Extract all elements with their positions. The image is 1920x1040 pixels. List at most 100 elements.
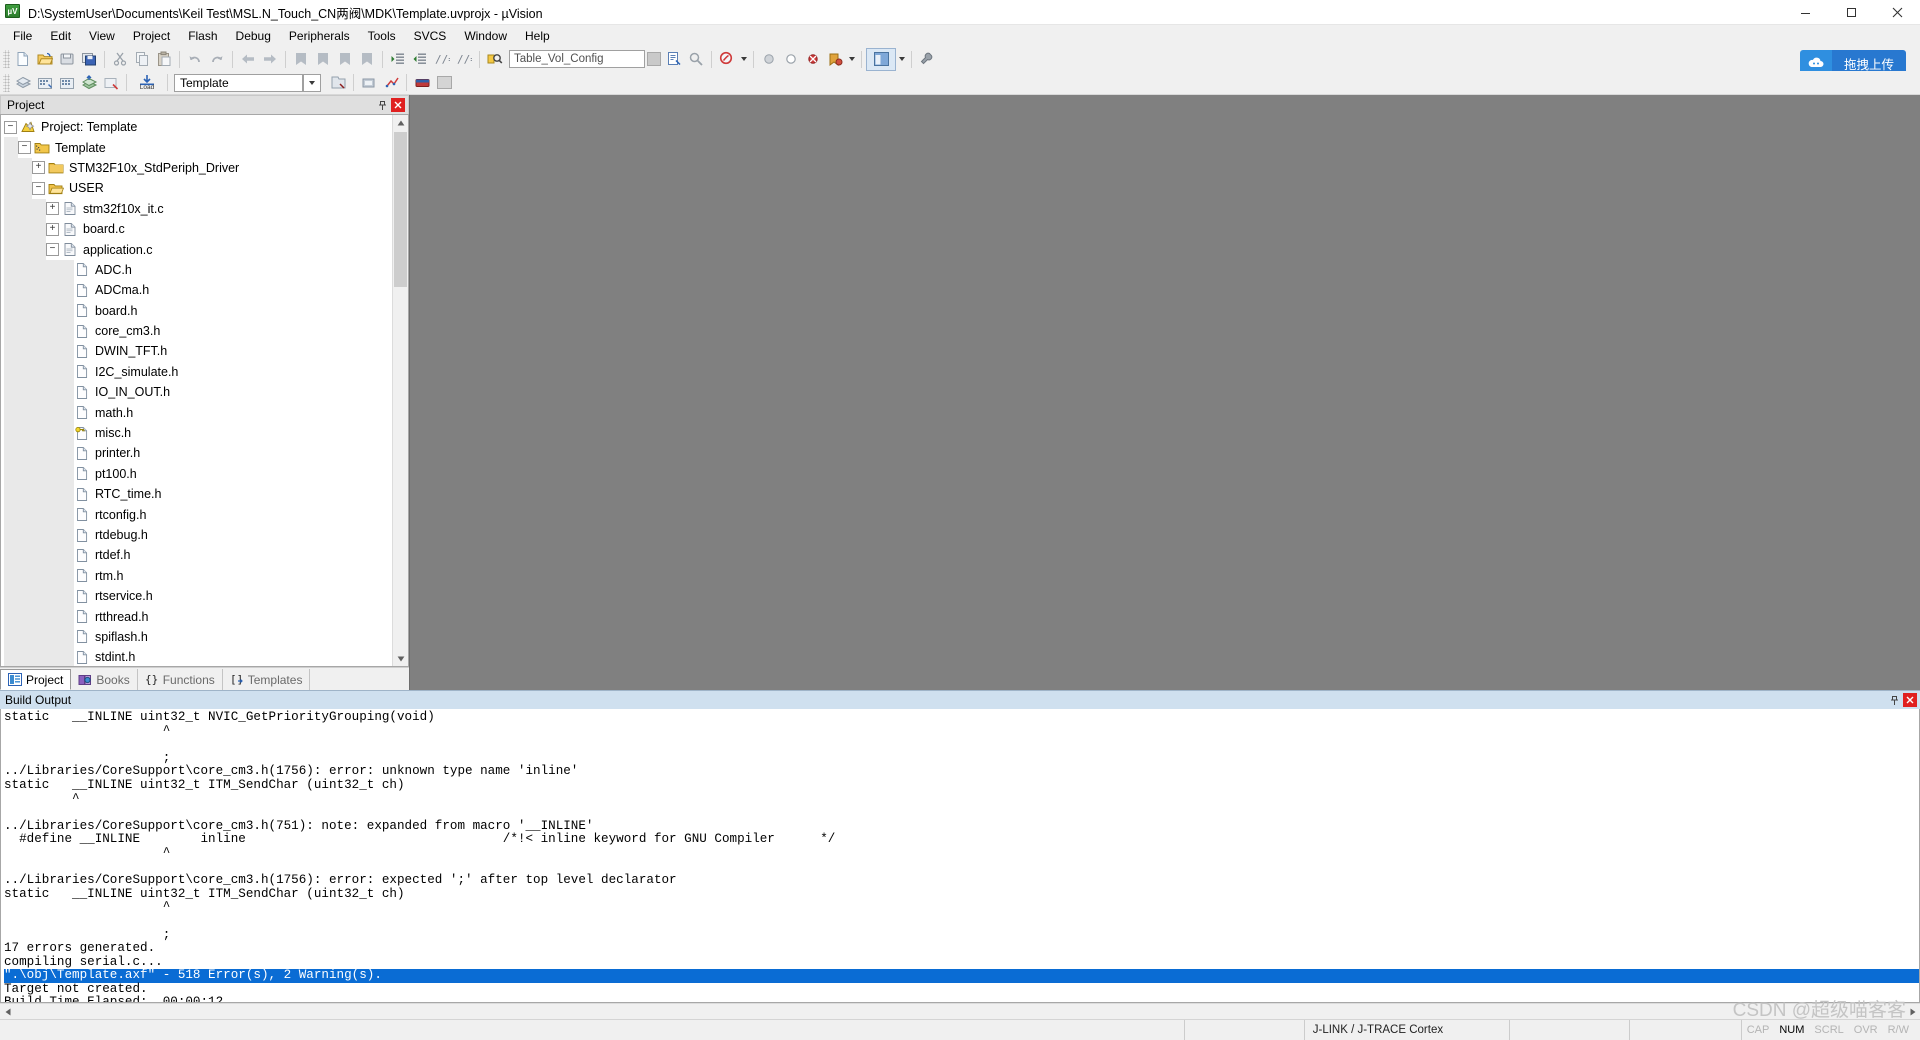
tree-item[interactable]: + STM32F10x_StdPeriph_Driver [4,157,408,179]
tree-expand-toggle[interactable]: + [46,222,59,236]
build-output-line[interactable]: ; [4,751,1919,766]
pack-dropdown-icon[interactable] [433,72,455,93]
build-output-line[interactable]: #define __INLINE inline /*!< inline keyw… [4,833,1919,847]
build-output-line[interactable]: static __INLINE uint32_t ITM_SendChar (u… [4,778,1919,793]
pin-icon[interactable] [375,98,389,112]
build-output-line[interactable]: Build Time Elapsed: 00:00:12 [4,996,1919,1002]
bookmark-prev-icon[interactable] [312,49,334,70]
bookmark-clear-icon[interactable] [356,49,378,70]
menu-help[interactable]: Help [516,27,559,45]
find-combo-dropdown[interactable] [645,49,663,70]
tree-item[interactable]: − Project: Template [4,117,408,137]
project-tree[interactable]: − Project: Template − Template + STM32F10x_St… [0,114,409,667]
translate-icon[interactable] [12,72,34,93]
build-output-line[interactable]: ^ [4,901,1919,915]
window-layout-icon[interactable] [866,47,896,71]
build-output-line[interactable]: ^ [4,846,1919,861]
build-output-line-selected[interactable]: ".\obj\Template.axf" - 518 Error(s), 2 W… [4,969,1919,983]
tree-item[interactable]: ADCma.h [4,280,408,301]
navigate-back-icon[interactable] [237,49,259,70]
batch-build-icon[interactable] [78,72,100,93]
scroll-down-icon[interactable] [393,651,408,666]
tree-item[interactable]: RTC_time.h [4,484,408,505]
tree-item[interactable]: rtm.h [4,565,408,586]
find-in-files-icon[interactable] [484,49,506,70]
target-select-dropdown[interactable] [303,73,321,92]
outdent-icon[interactable] [409,49,431,70]
bookmark-icon[interactable] [824,49,846,70]
manage-run-time-env-icon[interactable] [358,72,380,93]
menu-svcs[interactable]: SVCS [405,27,456,45]
toolbar-grip[interactable] [3,73,10,92]
save-all-icon[interactable] [78,49,100,70]
menu-flash[interactable]: Flash [179,27,226,45]
tree-item[interactable]: printer.h [4,443,408,464]
menu-edit[interactable]: Edit [41,27,80,45]
zoom-dropdown-icon[interactable] [738,49,749,70]
build-output-line[interactable]: static __INLINE uint32_t ITM_SendChar (u… [4,887,1919,902]
tree-item[interactable]: math.h [4,402,408,423]
paste-icon[interactable] [153,49,175,70]
cut-icon[interactable] [109,49,131,70]
tree-item[interactable]: + board.c [4,218,408,240]
tree-item[interactable]: board.h [4,300,408,321]
build-output-body[interactable]: static __INLINE uint32_t NVIC_GetPriorit… [0,709,1920,1003]
build-output-line[interactable]: ^ [4,724,1919,739]
tab-project[interactable]: Project [0,669,72,690]
editor-area[interactable] [409,95,1920,690]
uncomment-icon[interactable]: //= [453,49,475,70]
save-icon[interactable] [56,49,78,70]
open-file-icon[interactable] [34,49,56,70]
configure-icon[interactable] [916,49,938,70]
disable-breakpoint-icon[interactable] [780,49,802,70]
build-output-line[interactable] [4,806,1919,820]
build-output-line[interactable] [4,915,1919,929]
bookmark-dropdown-icon[interactable] [846,49,857,70]
build-icon[interactable] [34,72,56,93]
tree-collapse-toggle[interactable]: − [46,243,59,257]
tree-item[interactable]: pt100.h [4,463,408,485]
pack-installer-icon[interactable] [411,72,433,93]
find-combo[interactable]: Table_Vol_Config [509,50,645,68]
scroll-up-icon[interactable] [393,115,408,130]
tree-item[interactable]: spiflash.h [4,626,408,648]
tab-books[interactable]: Books [71,669,138,690]
comment-icon[interactable]: //= [431,49,453,70]
tree-item[interactable]: + stm32f10x_it.c [4,198,408,219]
maximize-icon[interactable] [1828,0,1874,24]
tree-item[interactable]: misc.h [4,422,408,444]
hscrollbar-track[interactable] [15,1004,1905,1019]
undo-icon[interactable] [184,49,206,70]
scroll-right-icon[interactable] [1905,1005,1920,1019]
build-output-line[interactable]: ^ [4,792,1919,807]
menu-debug[interactable]: Debug [227,27,280,45]
tree-expand-toggle[interactable]: + [46,202,59,216]
tab-functions[interactable]: {} Functions [138,669,223,690]
build-output-line[interactable]: ../Libraries/CoreSupport\core_cm3.h(751)… [4,819,1919,834]
build-output-line[interactable]: Target not created. [4,982,1919,997]
tree-collapse-toggle[interactable]: − [32,181,45,195]
build-output-line[interactable]: static __INLINE uint32_t NVIC_GetPriorit… [4,710,1919,725]
new-file-icon[interactable] [12,49,34,70]
scrollbar-thumb[interactable] [394,132,407,287]
build-output-line[interactable]: compiling serial.c... [4,955,1919,970]
tree-item[interactable]: rtdebug.h [4,524,408,546]
build-output-line[interactable] [4,861,1919,875]
minimize-icon[interactable] [1782,0,1828,24]
select-software-packs-icon[interactable] [380,72,402,93]
close-icon[interactable] [391,98,405,112]
copy-icon[interactable] [131,49,153,70]
tree-item[interactable]: stdint.h [4,647,408,666]
build-output-hscrollbar[interactable] [0,1003,1920,1019]
build-output-line[interactable]: 17 errors generated. [4,941,1919,956]
window-layout-dropdown-icon[interactable] [896,49,907,70]
target-select[interactable]: Template [174,73,303,92]
incremental-find-icon[interactable] [663,49,685,70]
build-output-line[interactable] [4,738,1919,752]
tree-item[interactable]: I2C_simulate.h [4,361,408,383]
stop-build-icon[interactable] [100,72,122,93]
menu-project[interactable]: Project [124,27,179,45]
menu-view[interactable]: View [80,27,124,45]
kill-breakpoints-icon[interactable] [802,49,824,70]
zoom-icon[interactable] [716,49,738,70]
